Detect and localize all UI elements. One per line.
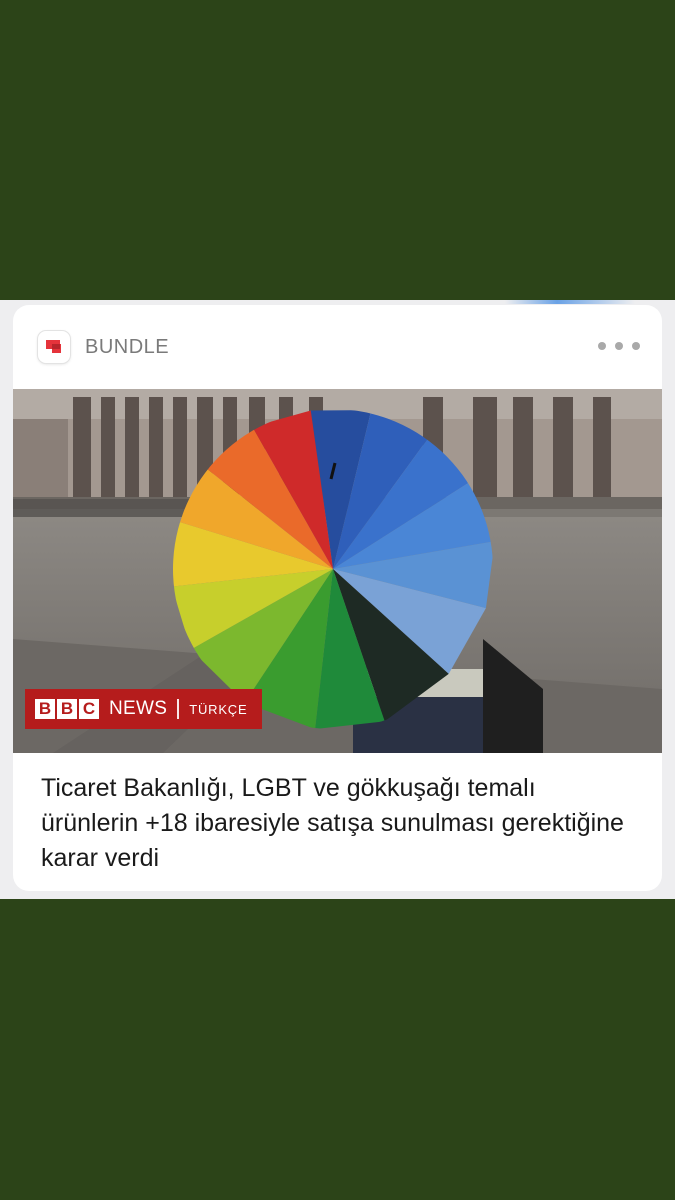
bbc-letter: B <box>35 699 55 719</box>
notification-screen: BUNDLE B B C NEWS TÜRKÇE Ticaret Bakanlı… <box>0 300 675 899</box>
background-bottom <box>0 899 675 1200</box>
bbc-letter: B <box>57 699 77 719</box>
more-options-button[interactable] <box>598 335 640 357</box>
screen-accent <box>505 300 635 304</box>
background-top <box>0 0 675 300</box>
article-headline[interactable]: Ticaret Bakanlığı, LGBT ve gökkuşağı tem… <box>41 771 631 876</box>
bundle-logo-icon <box>38 331 70 363</box>
bbc-news-turkce-badge: B B C NEWS TÜRKÇE <box>25 689 262 729</box>
more-dot <box>632 342 640 350</box>
more-horizontal-icon <box>598 342 606 350</box>
bbc-news-label: NEWS <box>109 698 168 719</box>
news-card[interactable]: BUNDLE B B C NEWS TÜRKÇE Ticaret Bakanlı… <box>13 305 662 891</box>
more-dot <box>615 342 623 350</box>
article-image[interactable]: B B C NEWS TÜRKÇE <box>13 389 662 753</box>
bbc-language-label: TÜRKÇE <box>189 701 248 717</box>
card-header: BUNDLE <box>13 305 662 389</box>
source-name: BUNDLE <box>85 336 170 358</box>
badge-divider <box>177 699 180 719</box>
bbc-letter: C <box>79 699 99 719</box>
